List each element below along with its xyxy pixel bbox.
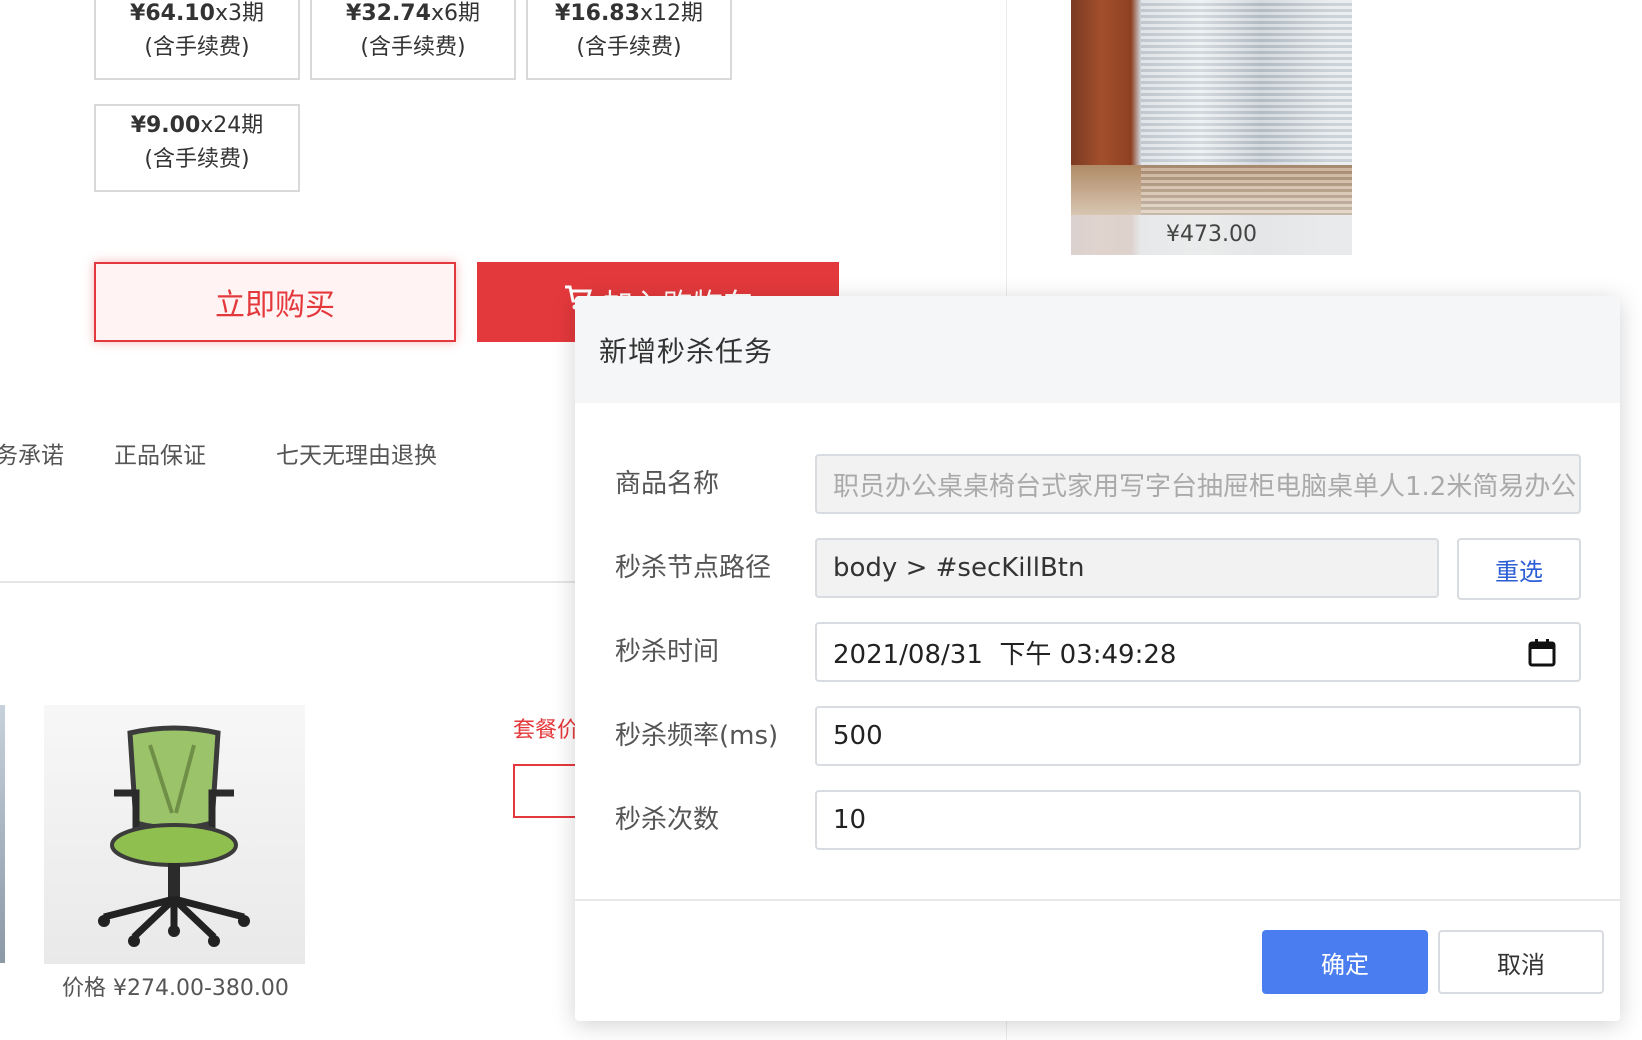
related-product-card[interactable]: ¥473.00 bbox=[1071, 0, 1352, 255]
related-product-price: ¥473.00 bbox=[1071, 215, 1352, 255]
service-authentic: 正品保证 bbox=[114, 443, 206, 469]
dialog-header: 新增秒杀任务 bbox=[575, 296, 1620, 403]
installment-option-3[interactable]: ¥64.10x3期 (含手续费) bbox=[94, 0, 300, 80]
node-path-row: 秒杀节点路径 body > #secKillBtn 重选 bbox=[575, 538, 1620, 600]
frequency-input[interactable]: 500 bbox=[815, 706, 1581, 766]
frequency-label: 秒杀频率(ms) bbox=[615, 721, 779, 751]
product-name-row: 商品名称 职员办公桌桌椅台式家用写字台抽屉柜电脑桌单人1.2米简易办公 bbox=[575, 454, 1620, 514]
service-promise-label: 服务承诺 bbox=[0, 443, 64, 469]
installment-note: (含手续费) bbox=[360, 35, 466, 60]
installment-option-24[interactable]: ¥9.00x24期 (含手续费) bbox=[94, 104, 300, 192]
installment-option-6[interactable]: ¥32.74x6期 (含手续费) bbox=[310, 0, 516, 80]
product-name-label: 商品名称 bbox=[615, 469, 720, 499]
combo-price-label: 套餐价 bbox=[513, 718, 580, 743]
datetime-value: 2021/08/31 下午 03:49:28 bbox=[833, 639, 1177, 670]
installment-note: (含手续费) bbox=[144, 147, 250, 172]
installment-option-12[interactable]: ¥16.83x12期 (含手续费) bbox=[526, 0, 732, 80]
dialog-title: 新增秒杀任务 bbox=[599, 334, 774, 368]
cancel-button[interactable]: 取消 bbox=[1438, 930, 1604, 994]
count-input[interactable]: 10 bbox=[815, 790, 1581, 850]
calendar-icon[interactable] bbox=[1527, 638, 1557, 668]
buy-now-button[interactable]: 立即购买 bbox=[94, 262, 456, 342]
frequency-row: 秒杀频率(ms) 500 bbox=[575, 706, 1620, 766]
chair-product-image[interactable] bbox=[44, 705, 305, 964]
installment-term: x24期 bbox=[200, 113, 264, 138]
confirm-button[interactable]: 确定 bbox=[1262, 930, 1428, 994]
installment-note: (含手续费) bbox=[576, 35, 682, 60]
node-path-label: 秒杀节点路径 bbox=[615, 553, 772, 583]
installment-term: x6期 bbox=[430, 1, 480, 26]
installment-amount: ¥64.10 bbox=[130, 1, 215, 26]
chair-product-price: 价格 ¥274.00-380.00 bbox=[62, 976, 289, 1001]
seckill-task-dialog: 新增秒杀任务 商品名称 职员办公桌桌椅台式家用写字台抽屉柜电脑桌单人1.2米简易… bbox=[575, 296, 1620, 1021]
installment-amount: ¥32.74 bbox=[346, 1, 431, 26]
time-row: 秒杀时间 2021/08/31 下午 03:49:28 bbox=[575, 622, 1620, 682]
installment-term: x12期 bbox=[639, 1, 703, 26]
service-seven-day-return: 七天无理由退换 bbox=[276, 443, 437, 469]
installment-amount: ¥16.83 bbox=[555, 1, 640, 26]
node-path-input[interactable]: body > #secKillBtn bbox=[815, 538, 1439, 598]
time-label: 秒杀时间 bbox=[615, 637, 720, 667]
installment-term: x3期 bbox=[214, 1, 264, 26]
count-row: 秒杀次数 10 bbox=[575, 790, 1620, 850]
dialog-footer-divider bbox=[575, 899, 1620, 901]
partial-product-image bbox=[0, 705, 5, 963]
installment-amount: ¥9.00 bbox=[130, 113, 201, 138]
datetime-input[interactable]: 2021/08/31 下午 03:49:28 bbox=[815, 622, 1581, 682]
count-label: 秒杀次数 bbox=[615, 805, 720, 835]
office-chair-illustration bbox=[98, 725, 250, 947]
installment-note: (含手续费) bbox=[144, 35, 250, 60]
product-name-input[interactable]: 职员办公桌桌椅台式家用写字台抽屉柜电脑桌单人1.2米简易办公 bbox=[815, 454, 1581, 514]
product-image-blinds bbox=[1141, 0, 1352, 215]
reselect-button[interactable]: 重选 bbox=[1457, 538, 1581, 600]
